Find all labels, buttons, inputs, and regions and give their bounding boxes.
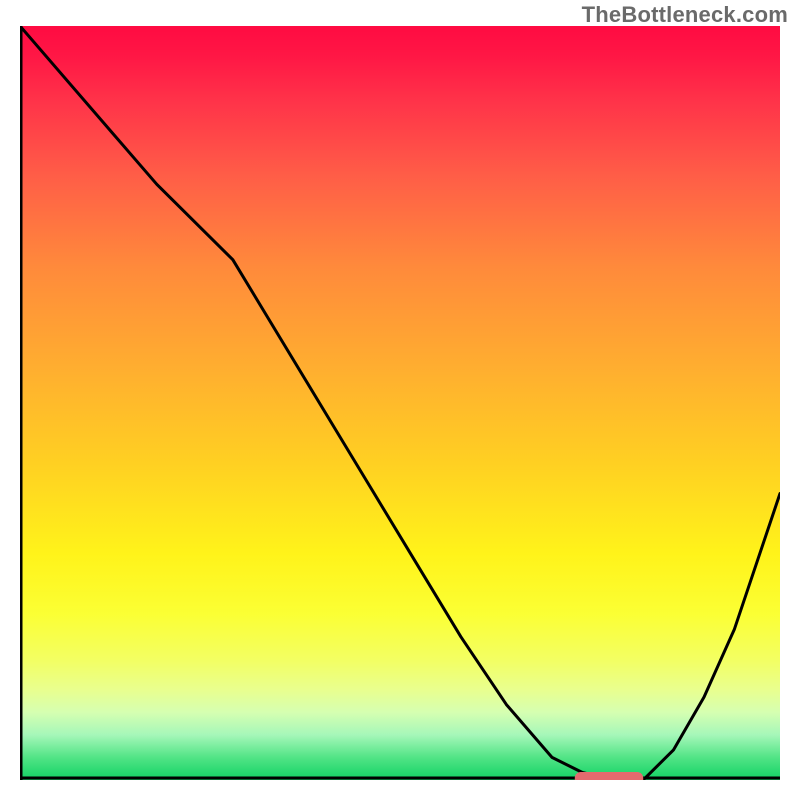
chart-svg [20, 26, 780, 780]
watermark-text: TheBottleneck.com [582, 2, 788, 28]
optimal-range-marker [575, 772, 643, 780]
plot-area [20, 26, 780, 780]
bottleneck-curve-line [20, 26, 780, 780]
bottleneck-chart: TheBottleneck.com [0, 0, 800, 800]
